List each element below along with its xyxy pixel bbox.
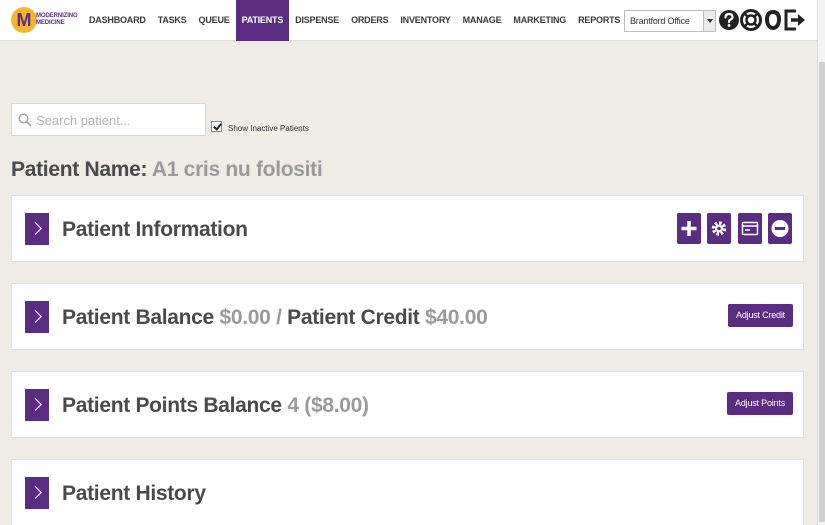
support-lifebuoy-icon[interactable] (740, 8, 762, 32)
page-scrollbar[interactable] (817, 0, 825, 525)
patient-information-panel: Patient Information (11, 195, 804, 262)
nav-patients[interactable]: PATIENTS (235, 0, 290, 41)
nav-dashboard[interactable]: DASHBOARD (83, 0, 152, 41)
expand-chevron-right-icon[interactable] (25, 477, 49, 509)
expand-chevron-right-icon[interactable] (25, 389, 49, 421)
patient-search (11, 103, 206, 136)
logo-letter: M (16, 10, 32, 30)
patient-balance-panel: Patient Balance $0.00 / Patient Credit $… (11, 283, 804, 350)
nav-dispense[interactable]: DISPENSE (289, 0, 345, 41)
balance-label: Patient Balance (62, 306, 214, 329)
adjust-credit-button[interactable]: Adjust Credit (728, 304, 793, 327)
remove-icon[interactable] (768, 213, 792, 244)
nav-orders[interactable]: ORDERS (345, 0, 394, 41)
patient-points-panel: Patient Points Balance 4 ($8.00) Adjust … (11, 371, 804, 438)
panel-title: Patient Points Balance 4 ($8.00) (62, 394, 369, 418)
logout-icon[interactable] (784, 8, 806, 32)
user-profile-icon[interactable] (762, 8, 784, 32)
nav-marketing[interactable]: MARKETING (507, 0, 572, 41)
patient-name-value: A1 cris nu folositi (151, 158, 323, 181)
top-navigation-bar: M MODERNIZING MEDICINE DASHBOARD TASKS Q… (0, 0, 817, 41)
expand-chevron-right-icon[interactable] (25, 213, 49, 245)
search-icon (18, 113, 32, 127)
patient-name-label: Patient Name: (11, 158, 148, 181)
card-icon[interactable] (738, 213, 762, 244)
chevron-down-icon[interactable] (703, 11, 715, 31)
add-icon[interactable] (677, 213, 701, 244)
panel-title: Patient Information (62, 218, 248, 241)
panel-title: Patient History (62, 482, 206, 505)
gear-icon[interactable] (707, 213, 731, 244)
logo-mark: M (11, 7, 37, 33)
logo-text: MODERNIZING MEDICINE (36, 13, 86, 27)
points-label: Patient Points Balance (62, 394, 282, 417)
main-nav: DASHBOARD TASKS QUEUE PATIENTS DISPENSE … (83, 0, 672, 41)
nav-tasks[interactable]: TASKS (152, 0, 193, 41)
patient-history-panel: Patient History (11, 459, 804, 525)
show-inactive-checkbox[interactable] (211, 121, 222, 132)
nav-manage[interactable]: MANAGE (457, 0, 508, 41)
office-select[interactable]: Brantford Office (624, 10, 716, 32)
balance-value: $0.00 (219, 306, 271, 329)
app-logo[interactable]: M MODERNIZING MEDICINE (11, 7, 81, 35)
show-inactive-label[interactable]: Show Inactive Patients (228, 124, 309, 133)
panel-title: Patient Balance $0.00 / Patient Credit $… (62, 306, 488, 330)
logo-text-line-2: MEDICINE (36, 20, 65, 26)
expand-chevron-right-icon[interactable] (25, 301, 49, 333)
nav-reports[interactable]: REPORTS (572, 0, 626, 41)
patient-search-input[interactable] (36, 110, 196, 130)
patient-name-heading: Patient Name: A1 cris nu folositi (11, 158, 323, 182)
credit-value: $40.00 (425, 306, 488, 329)
nav-inventory[interactable]: INVENTORY (394, 0, 456, 41)
logo-text-line-1: MODERNIZING (36, 13, 78, 19)
balance-separator: / (276, 306, 282, 329)
nav-queue[interactable]: QUEUE (193, 0, 236, 41)
scrollbar-thumb[interactable] (819, 62, 825, 522)
adjust-points-button[interactable]: Adjust Points (727, 392, 793, 415)
points-value: 4 ($8.00) (287, 394, 369, 417)
help-icon[interactable] (718, 8, 740, 32)
office-select-value: Brantford Office (630, 16, 690, 26)
credit-label: Patient Credit (287, 306, 420, 329)
